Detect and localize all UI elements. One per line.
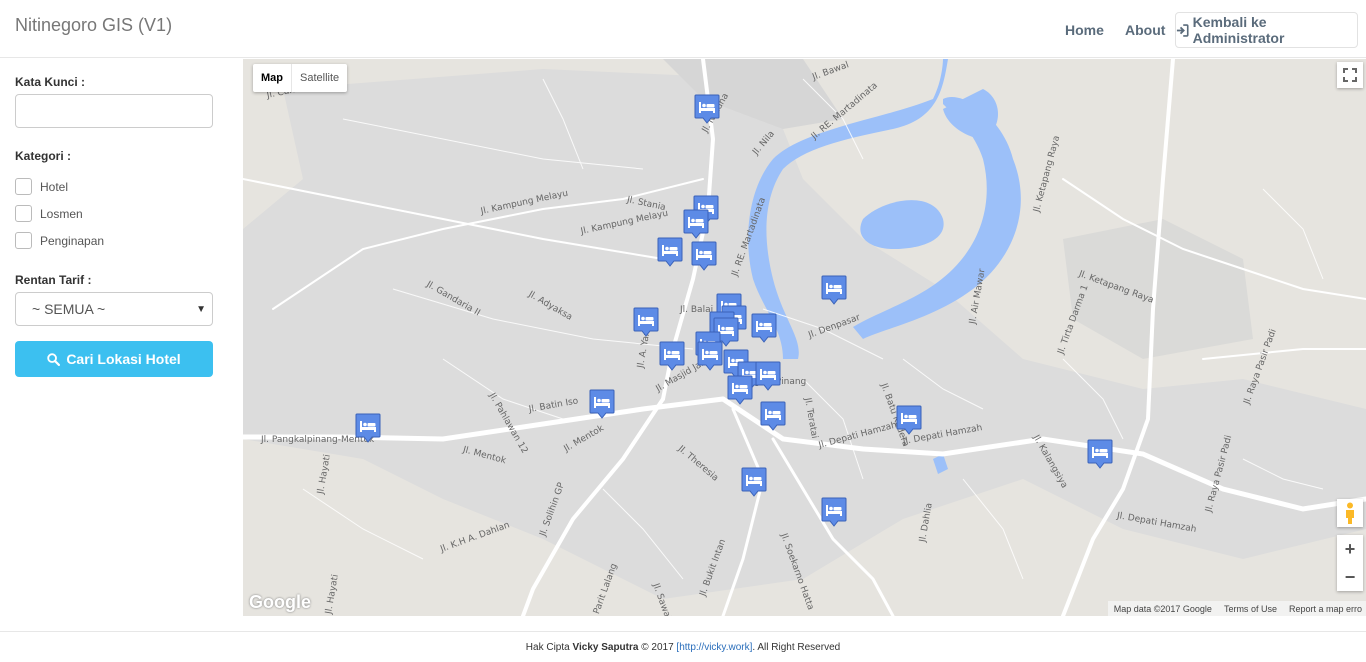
footer-author: Vicky Saputra bbox=[572, 641, 639, 653]
zoom-in-button[interactable]: + bbox=[1337, 535, 1363, 563]
map-data-text: Map data ©2017 Google bbox=[1113, 603, 1212, 614]
hotel-marker[interactable] bbox=[1087, 439, 1113, 469]
search-sidebar: Kata Kunci : Kategori : Hotel Losmen Pen… bbox=[0, 59, 243, 616]
map-type-control: Map Satellite bbox=[253, 64, 348, 92]
search-hotel-button[interactable]: Cari Lokasi Hotel bbox=[15, 341, 213, 377]
checkbox[interactable] bbox=[15, 178, 32, 195]
category-penginapan-label: Penginapan bbox=[40, 233, 105, 248]
hotel-marker[interactable] bbox=[694, 94, 720, 124]
hotel-marker[interactable] bbox=[755, 361, 781, 391]
map-type-map-button[interactable]: Map bbox=[253, 64, 291, 92]
hotel-marker[interactable] bbox=[741, 467, 767, 497]
checkbox[interactable] bbox=[15, 205, 32, 222]
google-logo: Google bbox=[249, 592, 311, 612]
search-hotel-label: Cari Lokasi Hotel bbox=[66, 351, 181, 367]
category-losmen-checkbox[interactable]: Losmen bbox=[15, 205, 83, 222]
footer-prefix: Hak Cipta bbox=[525, 641, 570, 653]
sign-in-icon bbox=[1176, 23, 1189, 37]
category-hotel-label: Hotel bbox=[40, 179, 69, 194]
hotel-marker[interactable] bbox=[697, 341, 723, 371]
fullscreen-button[interactable] bbox=[1337, 62, 1363, 88]
navbar: Nitinegoro GIS (V1) Home About Kembali k… bbox=[0, 0, 1366, 58]
category-penginapan-checkbox[interactable]: Penginapan bbox=[15, 232, 104, 249]
hotel-marker[interactable] bbox=[727, 375, 753, 405]
category-hotel-checkbox[interactable]: Hotel bbox=[15, 178, 68, 195]
hotel-marker[interactable] bbox=[589, 389, 615, 419]
map-canvas[interactable]: Jl. BawalJl. CandrawasihJl. NatunaJl. RE… bbox=[243, 59, 1366, 616]
footer-suffix: . All Right Reserved bbox=[752, 641, 841, 653]
hotel-marker[interactable] bbox=[659, 341, 685, 371]
rate-label: Rentan Tarif : bbox=[15, 273, 92, 287]
map-base-layer bbox=[243, 59, 1366, 616]
search-icon bbox=[47, 352, 61, 366]
footer-url-link[interactable]: [http://vicky.work] bbox=[676, 642, 752, 653]
keyword-label: Kata Kunci : bbox=[15, 75, 86, 89]
report-map-error-link[interactable]: Report a map erro bbox=[1289, 604, 1362, 614]
caret-down-icon: ▼ bbox=[196, 304, 206, 315]
hotel-marker[interactable] bbox=[821, 497, 847, 527]
hotel-marker[interactable] bbox=[633, 307, 659, 337]
category-label: Kategori : bbox=[15, 149, 72, 163]
hotel-marker[interactable] bbox=[751, 313, 777, 343]
checkbox[interactable] bbox=[15, 232, 32, 249]
hotel-marker[interactable] bbox=[683, 209, 709, 239]
pegman-icon bbox=[1346, 502, 1354, 524]
hotel-marker[interactable] bbox=[355, 413, 381, 443]
map-attribution: Map data ©2017 Google Terms of Use Repor… bbox=[1107, 601, 1366, 616]
fullscreen-icon bbox=[1343, 68, 1357, 82]
zoom-out-button[interactable]: − bbox=[1337, 563, 1363, 591]
keyword-input[interactable] bbox=[15, 94, 213, 128]
footer-year: © 2017 bbox=[641, 641, 674, 653]
nav-home[interactable]: Home bbox=[1065, 22, 1104, 38]
nav-about[interactable]: About bbox=[1125, 22, 1165, 38]
category-losmen-label: Losmen bbox=[40, 206, 83, 221]
hotel-marker[interactable] bbox=[896, 405, 922, 435]
street-view-pegman[interactable] bbox=[1337, 499, 1363, 527]
rate-select[interactable]: ~ SEMUA ~ ▼ bbox=[15, 292, 213, 326]
hotel-marker[interactable] bbox=[691, 241, 717, 271]
rate-select-value: ~ SEMUA ~ bbox=[32, 301, 106, 317]
footer: Hak Cipta Vicky Saputra © 2017 [http://v… bbox=[0, 631, 1366, 662]
hotel-marker[interactable] bbox=[821, 275, 847, 305]
terms-of-use-link[interactable]: Terms of Use bbox=[1224, 604, 1277, 614]
map-type-satellite-button[interactable]: Satellite bbox=[291, 64, 347, 92]
zoom-control: + − bbox=[1337, 535, 1363, 591]
back-to-admin-button[interactable]: Kembali ke Administrator bbox=[1175, 12, 1358, 48]
hotel-marker[interactable] bbox=[760, 401, 786, 431]
back-to-admin-label: Kembali ke Administrator bbox=[1192, 14, 1285, 46]
app-title[interactable]: Nitinegoro GIS (V1) bbox=[15, 15, 172, 36]
hotel-marker[interactable] bbox=[657, 237, 683, 267]
